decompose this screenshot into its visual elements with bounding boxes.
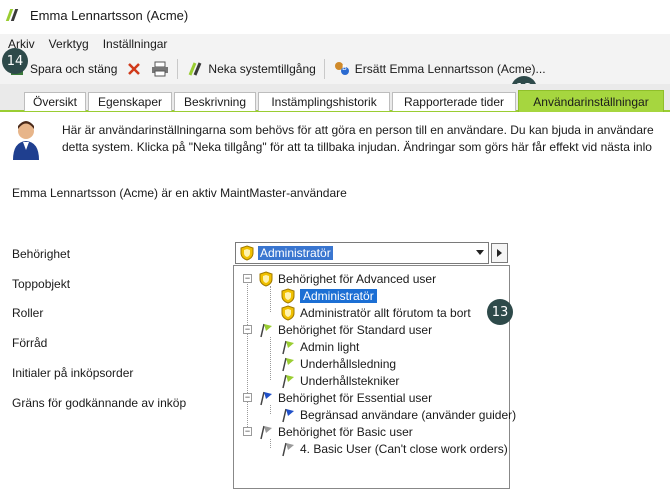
tree-group-label: Behörighet för Advanced user [278, 271, 437, 286]
delete-icon [125, 60, 143, 78]
tab-oversikt[interactable]: Översikt [24, 92, 86, 111]
tree-group-essential[interactable]: Behörighet för Essential user [258, 389, 432, 406]
replace-label: Ersätt Emma Lennartsson (Acme)... [354, 62, 546, 76]
info-line-2: detta system. Klicka på "Neka tillgång" … [62, 140, 652, 154]
toolbar-separator [177, 59, 179, 79]
permission-dropdown-tree[interactable]: − Behörighet för Advanced user Administr… [233, 265, 516, 489]
flag-green-icon [282, 357, 294, 371]
deny-access-button[interactable]: Neka systemtillgång [182, 57, 319, 81]
collapse-toggle[interactable]: − [243, 393, 252, 402]
save-close-label: Spara och stäng [30, 62, 118, 76]
deny-access-icon [186, 60, 204, 78]
step-badge-14: 14 [2, 48, 28, 74]
shield-icon [240, 245, 254, 261]
shield-icon [281, 287, 295, 304]
approval-limit-label: Gräns för godkännande av inköp [12, 396, 187, 410]
tab-anvandarinstallningar[interactable]: Användarinställningar [518, 90, 664, 112]
flag-blue-icon [260, 391, 272, 405]
toolbar-separator [323, 59, 325, 79]
flag-gray-icon [260, 425, 272, 439]
tab-beskrivning[interactable]: Beskrivning [174, 92, 256, 111]
po-initials-label: Initialer på inköpsorder [12, 366, 134, 380]
tree-item-label: Administratör allt förutom ta bort [300, 305, 471, 320]
svg-text:B: B [342, 64, 347, 72]
replace-user-icon: B [333, 60, 351, 78]
shield-icon [281, 304, 295, 321]
tree-item-admin-no-delete[interactable]: Administratör allt förutom ta bort [280, 304, 471, 321]
tab-strip: Översikt Egenskaper Beskrivning Instämpl… [0, 84, 670, 112]
tree-item-basic-user[interactable]: 4. Basic User (Can't close work orders) [280, 440, 508, 457]
tree-item-label: Underhållstekniker [300, 373, 400, 388]
deny-access-label: Neka systemtillgång [208, 62, 316, 76]
menu-installningar[interactable]: Inställningar [103, 37, 168, 51]
tree-group-label: Behörighet för Basic user [278, 424, 413, 439]
title-bar: Emma Lennartsson (Acme) [0, 0, 670, 30]
info-line-1: Här är användarinställningarna som behöv… [62, 123, 654, 137]
permission-combo-value: Administratör [258, 246, 333, 260]
step-badge-13: 13 [487, 299, 513, 325]
tab-rapporterade-tider[interactable]: Rapporterade tider [392, 92, 516, 111]
toolbar: Spara och stäng Neka systemtillgång B Er… [0, 54, 670, 84]
flag-green-icon [282, 340, 294, 354]
tree-line [247, 282, 248, 431]
tree-item-label: Underhållsledning [300, 356, 397, 371]
tree-item-label: 4. Basic User (Can't close work orders) [300, 441, 508, 456]
app-logo-icon [5, 8, 22, 22]
tree-item-label: Administratör [299, 287, 378, 304]
delete-button[interactable] [121, 57, 147, 81]
tree-item-maintenance-technician[interactable]: Underhållstekniker [280, 372, 399, 389]
collapse-toggle[interactable]: − [243, 325, 252, 334]
tree-line [270, 405, 271, 414]
storage-label: Förråd [12, 336, 48, 350]
tab-egenskaper[interactable]: Egenskaper [88, 92, 172, 111]
flag-gray-icon [282, 442, 294, 456]
printer-icon [151, 60, 169, 78]
menu-verktyg[interactable]: Verktyg [49, 37, 89, 51]
info-text: Här är användarinställningarna som behöv… [62, 122, 670, 156]
print-button[interactable] [147, 57, 173, 81]
window-title: Emma Lennartsson (Acme) [30, 7, 189, 23]
tree-group-basic[interactable]: Behörighet för Basic user [258, 423, 413, 440]
active-user-text: Emma Lennartsson (Acme) är en aktiv Main… [12, 186, 347, 200]
collapse-toggle[interactable]: − [243, 427, 252, 436]
top-objects-label: Toppobjekt [12, 277, 71, 291]
tree-item-admin-light[interactable]: Admin light [280, 338, 359, 355]
flag-blue-icon [282, 408, 294, 422]
roles-label: Roller [12, 306, 44, 320]
tree-group-label: Behörighet för Standard user [278, 322, 433, 337]
tree-line [270, 337, 271, 380]
tree-item-maintenance-management[interactable]: Underhållsledning [280, 355, 396, 372]
chevron-down-icon[interactable] [476, 250, 484, 255]
info-area: Här är användarinställningarna som behöv… [0, 114, 670, 164]
shield-icon [259, 270, 273, 287]
flag-green-icon [282, 374, 294, 388]
tree-item-limited-user[interactable]: Begränsad användare (använder guider) [280, 406, 516, 423]
tree-line [270, 439, 271, 448]
permission-combo[interactable]: Administratör [235, 242, 489, 264]
tree-group-advanced[interactable]: Behörighet för Advanced user [258, 270, 436, 287]
flag-green-icon [260, 323, 272, 337]
tree-item-label: Admin light [300, 339, 360, 354]
menu-bar: Arkiv Verktyg Inställningar [0, 34, 670, 54]
tree-item-administrator[interactable]: Administratör [280, 287, 378, 304]
permission-label: Behörighet [12, 247, 71, 261]
user-icon [10, 120, 42, 160]
tree-line [270, 286, 271, 312]
tree-group-standard[interactable]: Behörighet för Standard user [258, 321, 432, 338]
tree-group-label: Behörighet för Essential user [278, 390, 433, 405]
tree-item-label: Begränsad användare (använder guider) [300, 407, 517, 422]
tab-instamplingshistorik[interactable]: Instämplingshistorik [258, 92, 390, 111]
permission-open-button[interactable] [491, 243, 508, 263]
collapse-toggle[interactable]: − [243, 274, 252, 283]
